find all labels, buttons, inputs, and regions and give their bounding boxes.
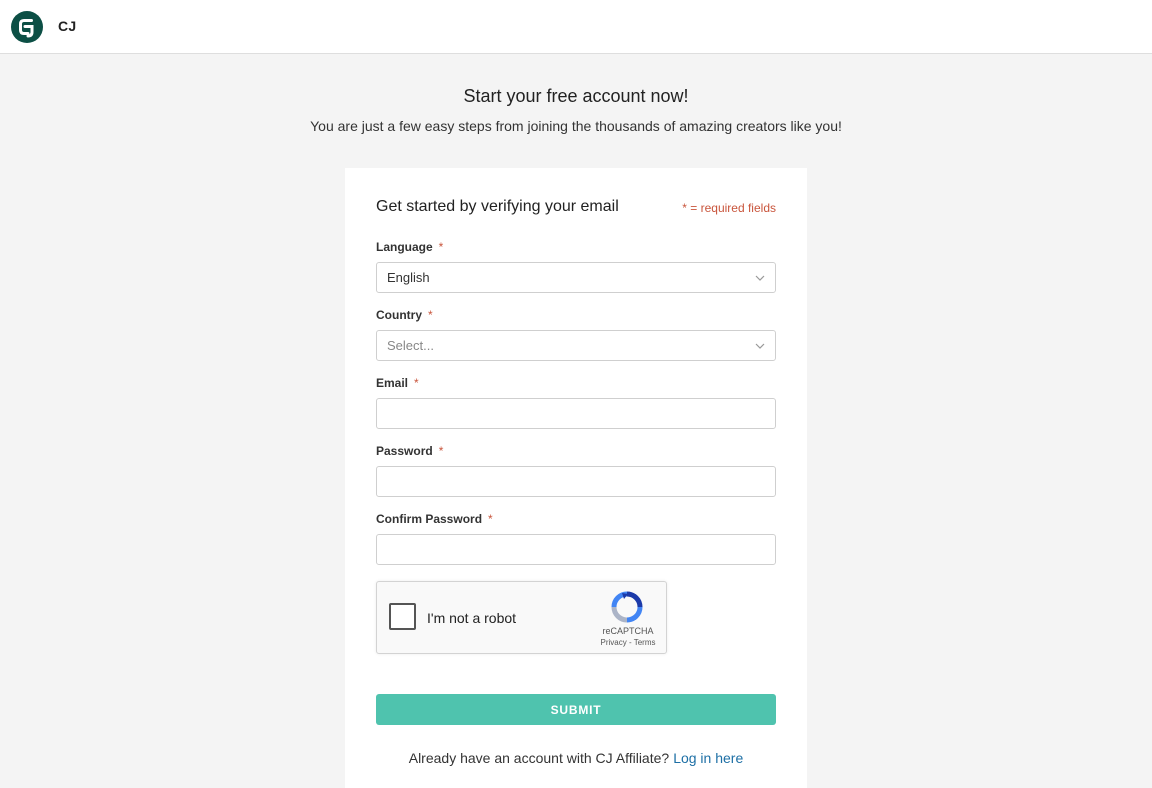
- recaptcha-logo-icon: [611, 591, 643, 623]
- cj-logo-icon[interactable]: [11, 11, 43, 43]
- country-select[interactable]: Select...: [376, 330, 776, 361]
- page-title: Start your free account now!: [463, 86, 689, 106]
- login-prompt-text: Already have an account with CJ Affiliat…: [408, 750, 670, 766]
- login-link[interactable]: Log in here: [673, 750, 743, 766]
- required-star: *: [428, 308, 433, 322]
- confirm-password-field[interactable]: [376, 534, 776, 565]
- confirm-password-label-text: Confirm Password: [376, 512, 483, 526]
- recaptcha-checkbox[interactable]: [389, 603, 416, 630]
- language-label-text: Language: [376, 240, 433, 254]
- form-title: Get started by verifying your email: [376, 198, 619, 215]
- brand-name: CJ: [58, 18, 77, 34]
- signup-card: Get started by verifying your email * = …: [345, 168, 807, 788]
- country-select-placeholder: Select...: [387, 338, 434, 353]
- country-label-text: Country: [376, 308, 422, 322]
- submit-button[interactable]: SUBMIT: [376, 694, 776, 725]
- language-select[interactable]: English: [376, 262, 776, 293]
- required-star: *: [414, 376, 419, 390]
- language-select-value: English: [387, 270, 430, 285]
- recaptcha-label: I'm not a robot: [427, 610, 517, 626]
- password-label: Password *: [376, 444, 443, 458]
- required-fields-note: * = required fields: [682, 201, 776, 215]
- confirm-password-label: Confirm Password *: [376, 512, 493, 526]
- email-label: Email *: [376, 376, 419, 390]
- recaptcha-widget: I'm not a robot reCAPTCHA Privacy - Term…: [376, 581, 667, 654]
- country-label: Country *: [376, 308, 433, 322]
- email-field[interactable]: [376, 398, 776, 429]
- required-star: *: [488, 512, 493, 526]
- top-navbar: CJ: [0, 0, 1152, 54]
- password-label-text: Password: [376, 444, 433, 458]
- login-prompt: Already have an account with CJ Affiliat…: [345, 750, 807, 766]
- language-label: Language *: [376, 240, 443, 254]
- recaptcha-brand: reCAPTCHA: [602, 626, 654, 636]
- email-label-text: Email: [376, 376, 409, 390]
- required-star: *: [438, 240, 444, 254]
- page-subtitle: You are just a few easy steps from joini…: [310, 118, 842, 134]
- chevron-down-icon: [755, 275, 765, 281]
- recaptcha-links[interactable]: Privacy - Terms: [591, 638, 665, 647]
- required-star: *: [438, 444, 444, 458]
- password-field[interactable]: [376, 466, 776, 497]
- chevron-down-icon: [755, 343, 765, 349]
